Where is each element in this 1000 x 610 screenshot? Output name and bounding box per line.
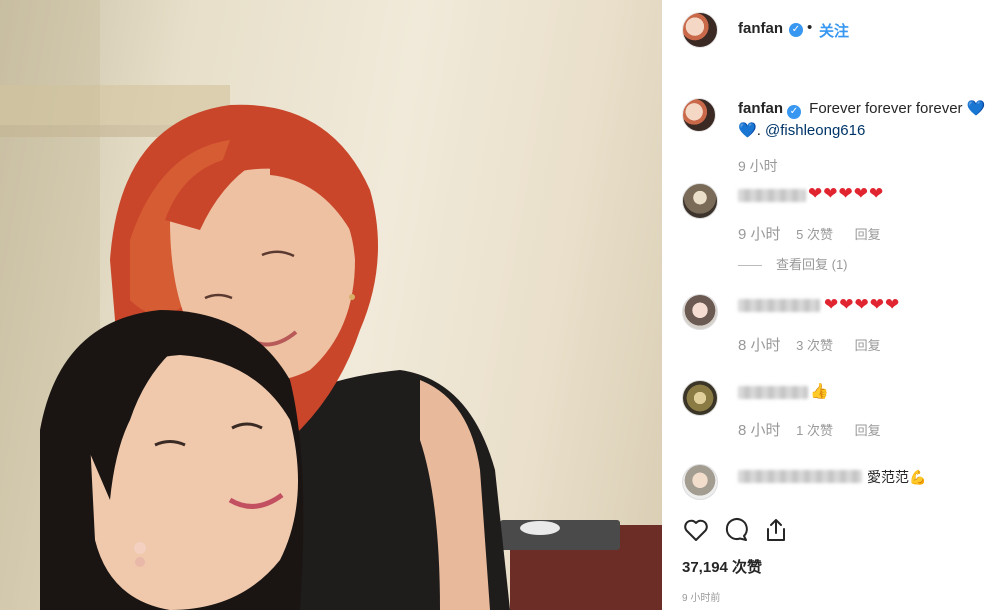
post-timestamp: 9 小时前 bbox=[682, 593, 721, 604]
caption-punct: . bbox=[756, 122, 761, 139]
comment-avatar[interactable] bbox=[682, 380, 718, 416]
caption-verified-badge-icon: ✓ bbox=[787, 105, 801, 119]
author-avatar[interactable] bbox=[682, 12, 718, 48]
photo-illustration bbox=[0, 0, 662, 610]
post-side-panel: fanfan ✓ • 关注 fanfan ✓ Forever forever fo… bbox=[662, 0, 1000, 610]
caption-mention-link[interactable]: @fishleong616 bbox=[765, 122, 865, 139]
share-upload-icon[interactable] bbox=[762, 516, 790, 544]
caption-timestamp: 9 小时 bbox=[738, 158, 778, 174]
view-replies-link[interactable]: 查看回复 (1) bbox=[738, 254, 848, 273]
comment-avatar[interactable] bbox=[682, 183, 718, 219]
post-photo[interactable] bbox=[0, 0, 662, 610]
comment-username-blurred[interactable] bbox=[738, 386, 808, 399]
heart-outline-icon[interactable] bbox=[682, 516, 710, 544]
comment-username-blurred[interactable] bbox=[738, 189, 806, 202]
comment-likes[interactable]: 1 次赞 bbox=[796, 420, 833, 439]
blue-heart-emoji-2: 💙 bbox=[738, 122, 757, 139]
comment-likes[interactable]: 5 次赞 bbox=[796, 224, 833, 243]
comment-text: ❤❤❤❤❤ bbox=[808, 184, 885, 203]
comment-likes[interactable]: 3 次赞 bbox=[796, 335, 833, 354]
comment-text: 👍 bbox=[810, 383, 829, 400]
comment-meta: 9 小时 5 次赞 回复 bbox=[738, 223, 881, 244]
comment-reply-button[interactable]: 回复 bbox=[855, 420, 881, 439]
comment-avatar[interactable] bbox=[682, 294, 718, 330]
comment-username-blurred[interactable] bbox=[738, 299, 820, 312]
comment-username-blurred[interactable] bbox=[738, 470, 862, 483]
blue-heart-emoji: 💙 bbox=[966, 100, 986, 117]
comment-meta: 8 小时 1 次赞 回复 bbox=[738, 419, 881, 440]
comment-avatar[interactable] bbox=[682, 464, 718, 500]
comment-text: ❤❤❤❤❤ bbox=[824, 295, 901, 314]
header-separator: • bbox=[807, 19, 813, 36]
caption: fanfan ✓ Forever forever forever 💙 💙. @fi… bbox=[738, 98, 996, 142]
comment-time: 8 小时 bbox=[738, 422, 781, 439]
caption-text: Forever forever forever bbox=[809, 100, 963, 117]
comment-reply-button[interactable]: 回复 bbox=[855, 224, 881, 243]
view-replies-label[interactable]: 查看回复 (1) bbox=[776, 257, 848, 272]
comment-time: 8 小时 bbox=[738, 337, 781, 354]
caption-avatar[interactable] bbox=[682, 98, 716, 132]
verified-badge-icon: ✓ bbox=[789, 23, 803, 37]
likes-count[interactable]: 37,194 次赞 bbox=[682, 556, 762, 577]
comment-time: 9 小时 bbox=[738, 226, 781, 243]
view-replies-line bbox=[738, 265, 762, 267]
comment-text: 愛范范💪 bbox=[867, 469, 927, 485]
comment-bubble-icon[interactable] bbox=[722, 516, 750, 544]
author-username[interactable]: fanfan bbox=[738, 20, 783, 37]
follow-button[interactable]: 关注 bbox=[819, 20, 849, 41]
comment-reply-button[interactable]: 回复 bbox=[855, 335, 881, 354]
comment-meta: 8 小时 3 次赞 回复 bbox=[738, 334, 881, 355]
caption-username[interactable]: fanfan bbox=[738, 100, 783, 117]
